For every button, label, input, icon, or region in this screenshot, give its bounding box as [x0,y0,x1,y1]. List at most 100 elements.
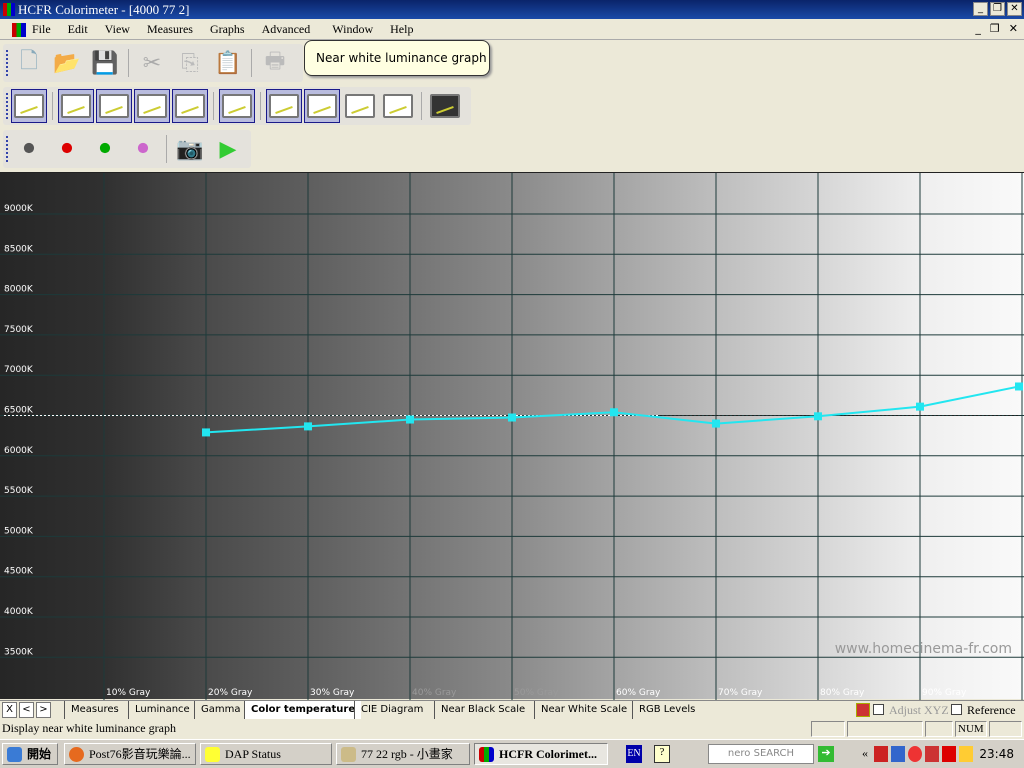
copy-icon: ⎘ [181,50,199,76]
taskbar-item-active[interactable]: HCFR Colorimet... [474,743,608,765]
language-indicator[interactable]: EN [626,745,642,763]
restore-button[interactable]: ❐ [990,2,1005,16]
shield-icon[interactable] [925,746,939,762]
data-point [814,412,822,421]
y-tick-label: 5000K [4,526,34,536]
near-white-scale-icon[interactable] [380,89,416,123]
taskbar-item[interactable]: DAP Status [200,743,332,765]
start-button[interactable]: 開始 [2,743,58,765]
x-tick-label: 30% Gray [310,688,355,698]
menu-advanced[interactable]: Advanced [262,22,311,37]
tab-near-white-scale[interactable]: Near White Scale [534,701,633,719]
adjust-icon[interactable] [856,703,870,717]
antivirus-icon[interactable] [908,746,922,762]
data-point [508,413,516,422]
reference-label: Reference [967,703,1016,717]
measures-view-icon[interactable] [11,89,47,123]
y-tick-label: 4000K [4,607,34,617]
close-button[interactable]: ✕ [1007,2,1022,16]
tab-measures[interactable]: Measures [64,701,125,719]
adjust-xyz-checkbox[interactable] [873,704,884,715]
gamma-graph-icon[interactable] [96,89,132,123]
y-tick-label: 5500K [4,486,34,496]
new-file-icon[interactable]: 🗋 [11,46,47,80]
open-folder-icon[interactable]: 📂 [49,46,85,80]
minimize-button[interactable]: _ [973,2,988,16]
y-tick-label: 9000K [4,204,34,214]
luminance-graph-icon[interactable] [58,89,94,123]
menu-file[interactable]: File [32,22,51,37]
y-tick-label: 7500K [4,325,34,335]
mdi-restore-button[interactable]: ❐ [990,22,1000,35]
menu-window[interactable]: Window [332,22,373,37]
tab-luminance[interactable]: Luminance [128,701,196,719]
mdi-close-button[interactable]: ✕ [1009,22,1018,35]
rgb-scale-icon[interactable] [427,89,463,123]
menu-measures[interactable]: Measures [147,22,193,37]
y-tick-label: 6500K [4,406,34,416]
menu-view[interactable]: View [105,22,130,37]
adjust-xyz-label: Adjust XYZ [889,703,949,717]
ati-icon[interactable] [942,746,956,762]
taskbar-item[interactable]: Post76影音玩樂論... [64,743,196,765]
menu-graphs[interactable]: Graphs [210,22,245,37]
print-icon: 🖶 [264,49,286,74]
tab-rgb-levels[interactable]: RGB Levels [632,701,701,719]
acrobat-icon[interactable] [874,746,888,762]
save-icon[interactable]: 💾 [87,46,123,80]
secondaries-measure-icon[interactable]: ⚫ [87,132,123,166]
x-tick-label: 80% Gray [820,688,865,698]
next-tab-button[interactable]: > [36,702,51,718]
title-bar: HCFR Colorimeter - [4000 77 2] _ ❐ ✕ [0,0,1024,19]
measures-toolbar: ⚫ ⚫ ⚫ ⚫ 📷 ▶ [3,130,251,168]
status-pane [989,721,1022,737]
window-title: HCFR Colorimeter - [4000 77 2] [18,2,190,17]
color-temp-graph-icon[interactable] [172,89,208,123]
graphs-toolbar [3,87,471,125]
primaries-measure-icon[interactable]: ⚫ [49,132,85,166]
y-tick-label: 8000K [4,285,34,295]
network-icon[interactable] [891,746,905,762]
menu-edit[interactable]: Edit [68,22,88,37]
data-point [610,408,618,417]
all-colors-measure-icon[interactable]: ⚫ [125,132,161,166]
view-tabs: X < > Measures Luminance Gamma Color tem… [0,700,1024,719]
rgb-levels-graph-icon[interactable] [134,89,170,123]
near-black-graph-icon[interactable] [266,89,302,123]
status-text: Display near white luminance graph [2,721,176,735]
x-tick-label: 40% Gray [412,688,457,698]
close-tab-button[interactable]: X [2,702,17,718]
cie-diagram-icon[interactable] [219,89,255,123]
y-tick-label: 6000K [4,446,34,456]
show-hidden-icons-button[interactable]: « [862,746,868,761]
mdi-minimize-button[interactable]: _ [975,22,981,35]
doc-icon[interactable] [12,23,26,37]
prev-tab-button[interactable]: < [19,702,34,718]
gray-scale-measure-icon[interactable]: ⚫ [11,132,47,166]
tab-cie-diagram[interactable]: CIE Diagram [354,701,429,719]
watermark: www.homecinema-fr.com [834,641,1012,657]
near-black-scale-icon[interactable] [342,89,378,123]
hcfr-icon [479,747,494,762]
tab-near-black-scale[interactable]: Near Black Scale [434,701,531,719]
taskbar: 開始 Post76影音玩樂論... DAP Status 77 22 rgb -… [0,739,1024,768]
data-point [304,422,312,431]
go-icon[interactable]: ➔ [818,746,834,762]
num-lock-indicator: NUM [955,721,987,737]
y-tick-label: 3500K [4,647,34,657]
nero-search-input[interactable]: nero SEARCH [708,744,814,764]
system-tray [874,746,973,762]
monitor-icon[interactable] [959,746,973,762]
reference-checkbox[interactable] [951,704,962,715]
taskbar-item[interactable]: 77 22 rgb - 小畫家 [336,743,470,765]
tab-color-temperature[interactable]: Color temperature [244,701,362,719]
help-icon[interactable]: ? [654,745,670,763]
camera-icon[interactable]: 📷 [172,132,208,166]
near-white-graph-icon[interactable] [304,89,340,123]
tab-gamma[interactable]: Gamma [194,701,247,719]
status-pane [811,721,845,737]
x-tick-label: 20% Gray [208,688,253,698]
play-icon[interactable]: ▶ [210,132,246,166]
menu-help[interactable]: Help [390,22,413,37]
x-tick-label: 10% Gray [106,688,151,698]
